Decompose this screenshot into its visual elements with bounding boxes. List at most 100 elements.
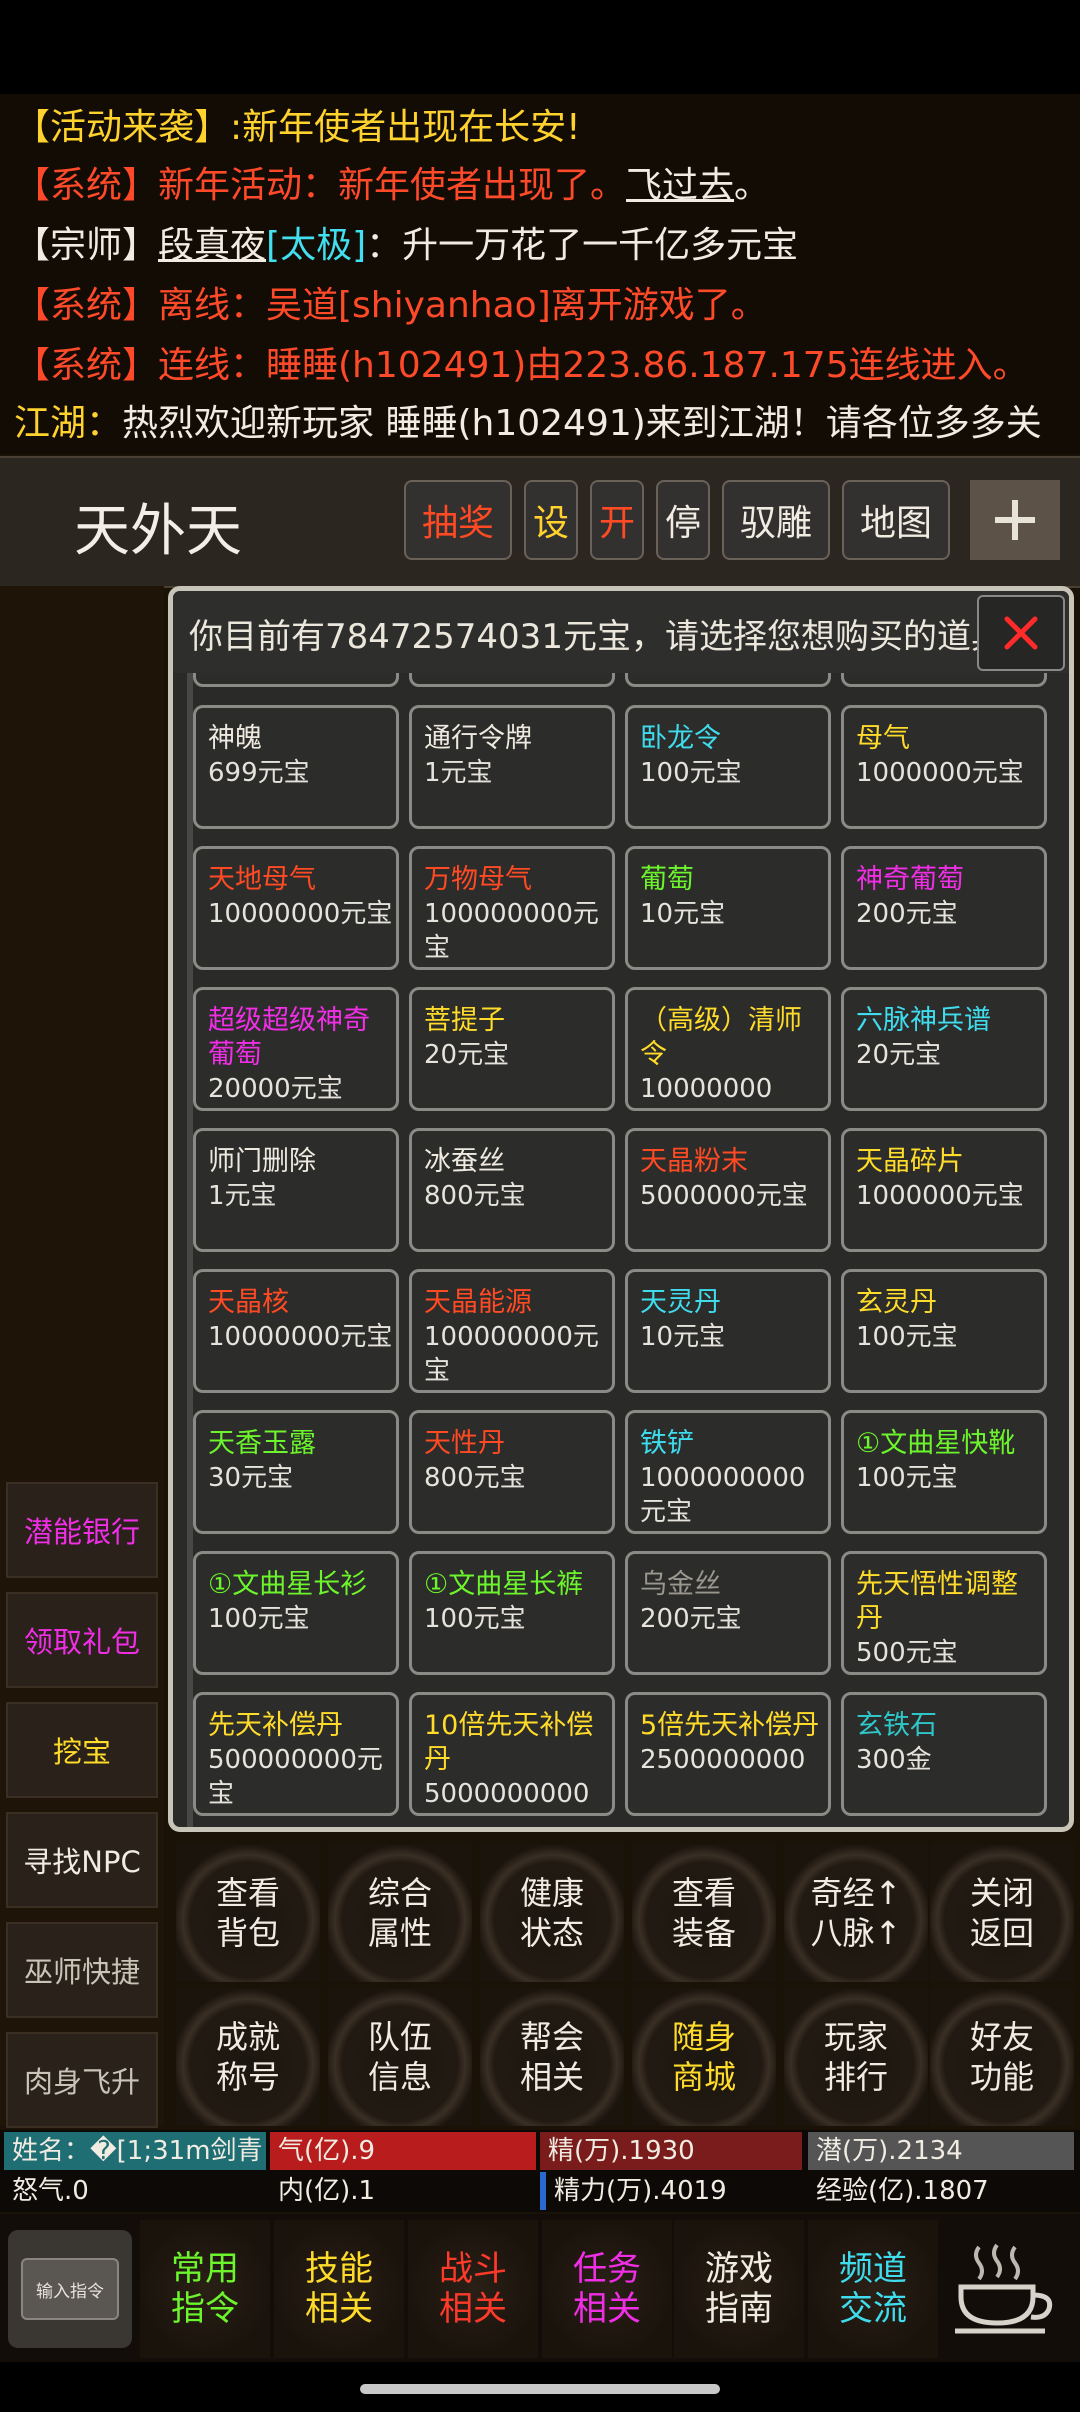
- shop-dialog: 你目前有78472574031元宝，请选择您想购买的道具。 神魄 699元宝 通行令…: [168, 586, 1074, 1832]
- home-handle[interactable]: [360, 2384, 720, 2394]
- item-name: ①文曲星快靴: [856, 1428, 1016, 1459]
- item-name: 天地母气: [208, 864, 316, 895]
- bottom-menu-button[interactable]: 任务 相关: [542, 2220, 672, 2358]
- command-button[interactable]: 健康 状态: [480, 1844, 624, 1982]
- shop-item[interactable]: （高级）清师令 10000000: [625, 987, 831, 1111]
- command-button[interactable]: 玩家 排行: [784, 1988, 928, 2126]
- item-name: 10倍先天补偿丹: [424, 1710, 594, 1775]
- command-button[interactable]: 查看 装备: [632, 1844, 776, 1982]
- shop-item-partial[interactable]: [193, 673, 399, 687]
- shop-item[interactable]: 冰蚕丝 800元宝: [409, 1128, 615, 1252]
- item-price: 5000000000: [424, 1779, 590, 1809]
- command-button[interactable]: 关闭 返回: [930, 1844, 1074, 1982]
- item-name: 天性丹: [424, 1428, 505, 1459]
- shop-item[interactable]: 玄灵丹 100元宝: [841, 1269, 1047, 1393]
- shop-item[interactable]: 神魄 699元宝: [193, 705, 399, 829]
- shop-item[interactable]: 葡萄 10元宝: [625, 846, 831, 970]
- shop-item[interactable]: 万物母气 100000000元宝: [409, 846, 615, 970]
- shop-item[interactable]: 神奇葡萄 200元宝: [841, 846, 1047, 970]
- wizard-shortcut-button[interactable]: 巫师快捷: [6, 1922, 158, 2018]
- command-button[interactable]: 成就 称号: [176, 1988, 320, 2126]
- start-button[interactable]: 开: [590, 480, 644, 560]
- shop-item[interactable]: ①文曲星快靴 100元宝: [841, 1410, 1047, 1534]
- shop-item[interactable]: 师门删除 1元宝: [193, 1128, 399, 1252]
- find-npc-label: 寻找NPC: [23, 1845, 141, 1879]
- bottom-menu-button[interactable]: 频道 交流: [808, 2220, 938, 2358]
- command-button[interactable]: 队伍 信息: [328, 1988, 472, 2126]
- shop-item[interactable]: 玄铁石 300金: [841, 1692, 1047, 1816]
- item-name: 天晶核: [208, 1287, 289, 1318]
- potential-bank-button[interactable]: 潜能银行: [6, 1482, 158, 1578]
- item-name: 神奇葡萄: [856, 864, 964, 895]
- shop-item-partial[interactable]: [841, 673, 1047, 687]
- item-price: 20元宝: [856, 1040, 942, 1070]
- shop-item[interactable]: 母气 1000000元宝: [841, 705, 1047, 829]
- item-price: 1000000000元宝: [640, 1463, 806, 1527]
- ride-eagle-button[interactable]: 驭雕: [722, 480, 830, 560]
- shop-item[interactable]: 天香玉露 30元宝: [193, 1410, 399, 1534]
- shop-item-partial[interactable]: [409, 673, 615, 687]
- command-button[interactable]: 好友 功能: [930, 1988, 1074, 2126]
- shop-item[interactable]: 卧龙令 100元宝: [625, 705, 831, 829]
- shop-item[interactable]: 天灵丹 10元宝: [625, 1269, 831, 1393]
- command-grid: 查看 背包 综合 属性 健康 状态 查看 装备 奇经↑ 八脉↑ 关闭 返回成就 称号 队伍 …: [168, 1838, 1080, 2128]
- stop-button[interactable]: 停: [656, 480, 710, 560]
- item-price: 10元宝: [640, 899, 726, 929]
- shop-item[interactable]: 10倍先天补偿丹 5000000000: [409, 1692, 615, 1816]
- shop-item[interactable]: 铁铲 1000000000元宝: [625, 1410, 831, 1534]
- chat-text: 。: [734, 165, 771, 206]
- dig-treasure-label: 挖宝: [52, 1735, 111, 1769]
- bottom-menu-button[interactable]: 技能 相关: [274, 2220, 404, 2358]
- shop-item[interactable]: 5倍先天补偿丹 2500000000: [625, 1692, 831, 1816]
- shop-item[interactable]: ①文曲星长裤 100元宝: [409, 1551, 615, 1675]
- item-price: 10000000: [640, 1074, 773, 1104]
- command-button[interactable]: 查看 背包: [176, 1844, 320, 1982]
- command-button[interactable]: 随身 商城: [632, 1988, 776, 2126]
- shop-item[interactable]: 天晶碎片 1000000元宝: [841, 1128, 1047, 1252]
- plus-button[interactable]: [970, 480, 1060, 560]
- item-name: 铁铲: [640, 1428, 694, 1459]
- qi-stat: 气(亿).9: [270, 2132, 536, 2170]
- lottery-button[interactable]: 抽奖: [404, 480, 512, 560]
- command-button[interactable]: 奇经↑ 八脉↑: [784, 1844, 928, 1982]
- close-button[interactable]: [977, 595, 1065, 671]
- shop-item[interactable]: ①文曲星长衫 100元宝: [193, 1551, 399, 1675]
- map-button[interactable]: 地图: [842, 480, 950, 560]
- chat-text: [太极]: [266, 225, 367, 266]
- bottom-menu-button[interactable]: 战斗 相关: [408, 2220, 538, 2358]
- shop-item[interactable]: 六脉神兵谱 20元宝: [841, 987, 1047, 1111]
- shop-item[interactable]: 先天补偿丹 500000000元宝: [193, 1692, 399, 1816]
- shop-item[interactable]: 天性丹 800元宝: [409, 1410, 615, 1534]
- chat-link[interactable]: 飞过去: [626, 165, 734, 206]
- settings-button[interactable]: 设: [524, 480, 578, 560]
- find-npc-button[interactable]: 寻找NPC: [6, 1812, 158, 1908]
- shop-item[interactable]: 超级超级神奇葡萄 20000元宝: [193, 987, 399, 1111]
- command-button[interactable]: 帮会 相关: [480, 1988, 624, 2126]
- item-price: 100元宝: [856, 1463, 958, 1493]
- input-command-label: 输入指令: [21, 2258, 119, 2320]
- jingli-stat: 精力(万).4019: [540, 2172, 802, 2210]
- tea-button[interactable]: [944, 2230, 1064, 2348]
- dig-treasure-button[interactable]: 挖宝: [6, 1702, 158, 1798]
- shop-item[interactable]: 天晶核 10000000元宝: [193, 1269, 399, 1393]
- input-command-button[interactable]: 输入指令: [8, 2230, 132, 2348]
- item-grid[interactable]: 神魄 699元宝 通行令牌 1元宝 卧龙令 100元宝 母气 1000000元宝 天地母气 100…: [173, 673, 1069, 1827]
- claim-gift-button[interactable]: 领取礼包: [6, 1592, 158, 1688]
- shop-item[interactable]: 菩提子 20元宝: [409, 987, 615, 1111]
- shop-item[interactable]: 通行令牌 1元宝: [409, 705, 615, 829]
- shop-item-partial[interactable]: [625, 673, 831, 687]
- item-price: 1元宝: [208, 1181, 277, 1211]
- item-name: 超级超级神奇葡萄: [208, 1005, 370, 1070]
- shop-item[interactable]: 乌金丝 200元宝: [625, 1551, 831, 1675]
- chat-link[interactable]: 段真夜: [158, 225, 266, 266]
- shop-item[interactable]: 天晶粉末 5000000元宝: [625, 1128, 831, 1252]
- shop-item[interactable]: 先天悟性调整丹 500元宝: [841, 1551, 1047, 1675]
- shop-item[interactable]: 天地母气 10000000元宝: [193, 846, 399, 970]
- command-button[interactable]: 综合 属性: [328, 1844, 472, 1982]
- shop-item[interactable]: 天晶能源 100000000元宝: [409, 1269, 615, 1393]
- item-price: 20000元宝: [208, 1074, 343, 1104]
- bottom-menu-button[interactable]: 常用 指令: [140, 2220, 270, 2358]
- ascend-button[interactable]: 肉身飞升: [6, 2032, 158, 2128]
- bottom-menu-button[interactable]: 游戏 指南: [674, 2220, 804, 2358]
- start-label: 开: [598, 503, 635, 544]
